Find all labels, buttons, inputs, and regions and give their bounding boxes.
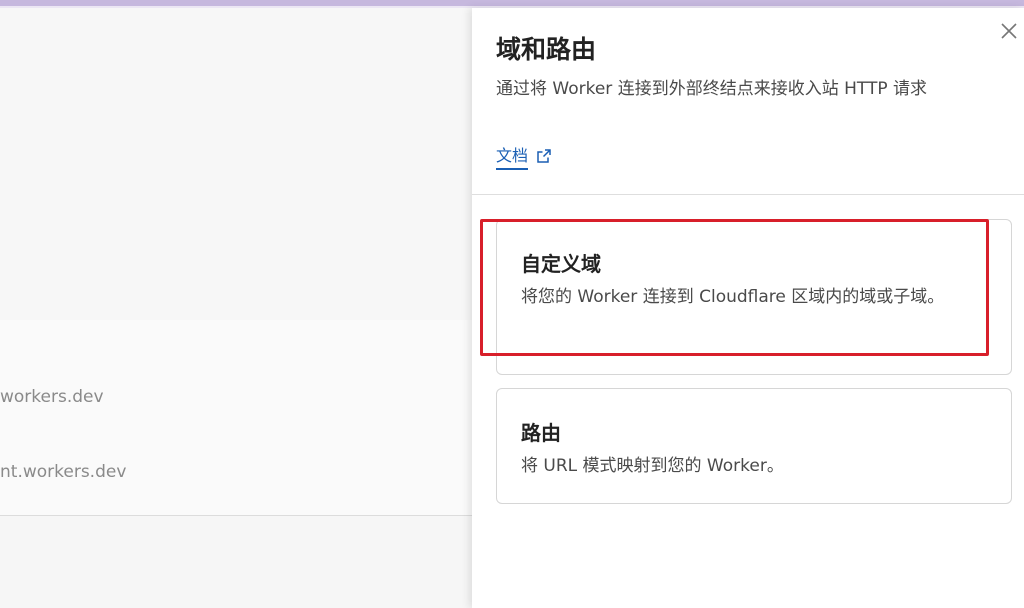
docs-link[interactable]: 文档 [496,146,552,170]
background-page: workers.dev nt.workers.dev [0,8,472,608]
background-row [0,90,472,172]
window-top-strip [0,0,1024,8]
background-row[interactable]: nt.workers.dev [0,440,472,516]
option-title: 自定义域 [521,252,601,276]
domains-routes-drawer: 域和路由 通过将 Worker 连接到外部终结点来接收入站 HTTP 请求 文档… [472,8,1024,608]
external-link-icon [536,148,552,168]
background-row[interactable]: workers.dev [0,365,472,441]
background-row [0,320,472,366]
background-row [0,8,472,91]
background-row-text: workers.dev [0,387,104,407]
background-row [0,171,472,321]
option-title: 路由 [521,421,561,445]
background-row-text: nt.workers.dev [0,462,127,482]
drawer-description: 通过将 Worker 连接到外部终结点来接收入站 HTTP 请求 [496,79,928,99]
close-button[interactable] [998,20,1020,42]
drawer-title: 域和路由 [496,35,597,64]
option-description: 将您的 Worker 连接到 Cloudflare 区域内的域或子域。 [521,287,945,307]
docs-link-label: 文档 [496,146,529,170]
option-description: 将 URL 模式映射到您的 Worker。 [521,456,784,476]
drawer-header: 域和路由 通过将 Worker 连接到外部终结点来接收入站 HTTP 请求 文档 [472,8,1024,195]
custom-domain-option[interactable]: 自定义域 将您的 Worker 连接到 Cloudflare 区域内的域或子域。 [496,219,1012,375]
close-icon [998,23,1020,46]
routes-option[interactable]: 路由 将 URL 模式映射到您的 Worker。 [496,388,1012,504]
